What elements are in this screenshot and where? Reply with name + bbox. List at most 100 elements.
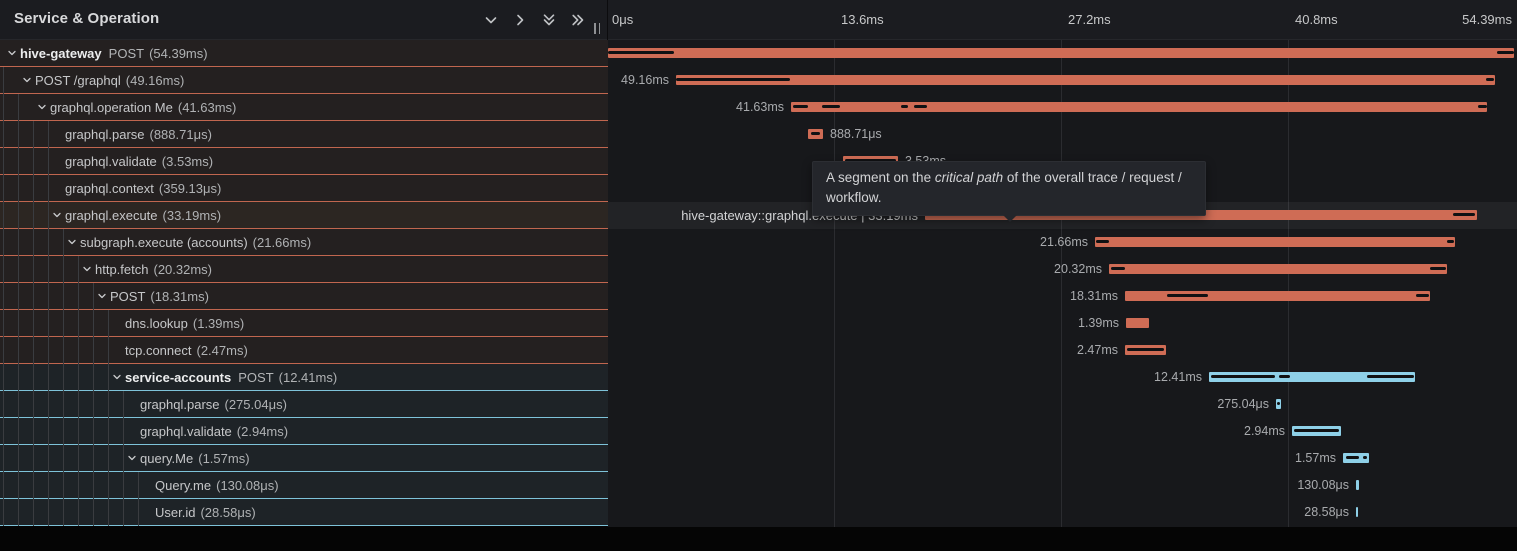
span-duration-bar[interactable] xyxy=(1095,237,1455,247)
axis-tick-label: 27.2ms xyxy=(1068,12,1111,27)
critical-path-segment xyxy=(1096,240,1109,243)
span-duration: (130.08μs) xyxy=(216,478,278,493)
span-operation-name: graphql.parse xyxy=(140,397,220,412)
span-duration-bar[interactable] xyxy=(1292,426,1341,436)
span-tree-row[interactable]: service-accountsPOST(12.41ms) xyxy=(0,364,608,391)
span-duration-bar[interactable] xyxy=(808,129,823,139)
timeline-span-row: 12.41ms xyxy=(608,364,1517,391)
span-tree-row[interactable]: graphql.parse(275.04μs) xyxy=(0,391,608,418)
span-duration: (2.94ms) xyxy=(237,424,288,439)
chevron-down-icon[interactable] xyxy=(96,290,110,302)
timeline-rows: 49.16ms41.63ms888.71μs3.53ms359.13μshive… xyxy=(608,40,1517,526)
span-duration-bar[interactable] xyxy=(1125,345,1166,355)
span-operation-name: Query.me xyxy=(155,478,211,493)
span-tree-row[interactable]: graphql.operation Me(41.63ms) xyxy=(0,94,608,121)
indent-guide-line xyxy=(108,310,109,526)
span-tree-row[interactable]: graphql.parse(888.71μs) xyxy=(0,121,608,148)
chevron-right-icon[interactable] xyxy=(512,12,528,28)
indent-spacer xyxy=(0,134,51,135)
indent-guide-line xyxy=(33,121,34,526)
span-duration-bar[interactable] xyxy=(1126,318,1149,328)
span-duration-bar[interactable] xyxy=(1276,399,1281,409)
critical-path-segment xyxy=(1416,294,1429,297)
span-duration-bar[interactable] xyxy=(1125,291,1430,301)
twisty-spacer xyxy=(141,506,155,518)
double-chevron-right-icon[interactable] xyxy=(570,12,586,28)
span-tree-row[interactable]: POST /graphql(49.16ms) xyxy=(0,67,608,94)
span-operation-name: graphql.execute xyxy=(65,208,158,223)
critical-path-segment xyxy=(1363,456,1367,459)
span-tree-row[interactable]: dns.lookup(1.39ms) xyxy=(0,310,608,337)
span-duration-bar[interactable] xyxy=(1356,507,1358,517)
span-operation-name: graphql.operation Me xyxy=(50,100,173,115)
span-bar-label: 1.39ms xyxy=(1078,310,1119,337)
span-operation-name: User.id xyxy=(155,505,195,520)
span-duration-bar[interactable] xyxy=(1109,264,1447,274)
span-tree-row[interactable]: subgraph.execute (accounts)(21.66ms) xyxy=(0,229,608,256)
chevron-down-icon[interactable] xyxy=(21,74,35,86)
span-tree-row[interactable]: graphql.context (359.13μs) xyxy=(0,175,608,202)
span-bar-label: 28.58μs xyxy=(1304,499,1349,526)
indent-guide-line xyxy=(63,229,64,526)
span-tree-row[interactable]: graphql.validate(2.94ms) xyxy=(0,418,608,445)
span-duration-bar[interactable] xyxy=(608,48,1514,58)
indent-spacer xyxy=(0,485,141,486)
span-tree-row[interactable]: http.fetch(20.32ms) xyxy=(0,256,608,283)
chevron-down-icon[interactable] xyxy=(126,452,140,464)
chevron-down-icon[interactable] xyxy=(6,47,20,59)
indent-spacer xyxy=(0,350,111,351)
timeline-span-row: 130.08μs xyxy=(608,472,1517,499)
indent-spacer xyxy=(0,215,51,216)
span-operation-name: POST xyxy=(238,370,273,385)
axis-tick-label: 0μs xyxy=(612,12,633,27)
span-operation-name: POST /graphql xyxy=(35,73,121,88)
chevron-down-icon[interactable] xyxy=(51,209,65,221)
span-duration: (20.32ms) xyxy=(153,262,212,277)
span-bar-label: 18.31ms xyxy=(1070,283,1118,310)
double-chevron-down-icon[interactable] xyxy=(541,12,557,28)
critical-path-segment xyxy=(1211,375,1275,378)
indent-guide-line xyxy=(93,283,94,526)
span-tree-row[interactable]: POST(18.31ms) xyxy=(0,283,608,310)
span-tree-row[interactable]: Query.me (130.08μs) xyxy=(0,472,608,499)
span-tree-row[interactable]: tcp.connect(2.47ms) xyxy=(0,337,608,364)
span-duration: (359.13μs) xyxy=(159,181,221,196)
span-tree-row[interactable]: query.Me (1.57ms) xyxy=(0,445,608,472)
span-duration-bar[interactable] xyxy=(676,75,1495,85)
critical-path-segment xyxy=(1430,267,1446,270)
panel-resize-handle[interactable] xyxy=(591,23,603,36)
span-duration-bar[interactable] xyxy=(791,102,1487,112)
span-tree-row[interactable]: hive-gatewayPOST(54.39ms) xyxy=(0,40,608,67)
twisty-spacer xyxy=(51,155,65,167)
axis-tick-label: 54.39ms xyxy=(1462,12,1512,27)
span-bar-label: 21.66ms xyxy=(1040,229,1088,256)
span-tree-row[interactable]: graphql.execute(33.19ms) xyxy=(0,202,608,229)
timeline-span-row: 2.94ms xyxy=(608,418,1517,445)
span-service-name: hive-gateway xyxy=(20,46,102,61)
chevron-down-icon[interactable] xyxy=(111,371,125,383)
chevron-down-icon[interactable] xyxy=(483,12,499,28)
axis-tick-label: 13.6ms xyxy=(841,12,884,27)
trace-timeline-view: 49.16ms41.63ms888.71μs3.53ms359.13μshive… xyxy=(0,0,1517,551)
critical-path-segment xyxy=(1447,240,1454,243)
span-bar-label: 130.08μs xyxy=(1297,472,1349,499)
chevron-down-icon[interactable] xyxy=(81,263,95,275)
span-duration: (1.57ms) xyxy=(198,451,249,466)
indent-guide-line xyxy=(48,121,49,526)
critical-path-segment xyxy=(1279,375,1290,378)
span-duration-bar[interactable] xyxy=(1356,480,1359,490)
twisty-spacer xyxy=(111,344,125,356)
span-bar-label: 275.04μs xyxy=(1217,391,1269,418)
span-duration: (54.39ms) xyxy=(149,46,208,61)
span-tree-row[interactable]: User.id(28.58μs) xyxy=(0,499,608,526)
span-duration-bar[interactable] xyxy=(1209,372,1415,382)
span-tree-row[interactable]: graphql.validate(3.53ms) xyxy=(0,148,608,175)
indent-spacer xyxy=(0,323,111,324)
chevron-down-icon[interactable] xyxy=(36,101,50,113)
span-operation-name: query.Me xyxy=(140,451,193,466)
span-duration-bar[interactable] xyxy=(1343,453,1369,463)
chevron-down-icon[interactable] xyxy=(66,236,80,248)
span-operation-name: graphql.context xyxy=(65,181,154,196)
span-service-name: service-accounts xyxy=(125,370,231,385)
span-operation-name: POST xyxy=(110,289,145,304)
